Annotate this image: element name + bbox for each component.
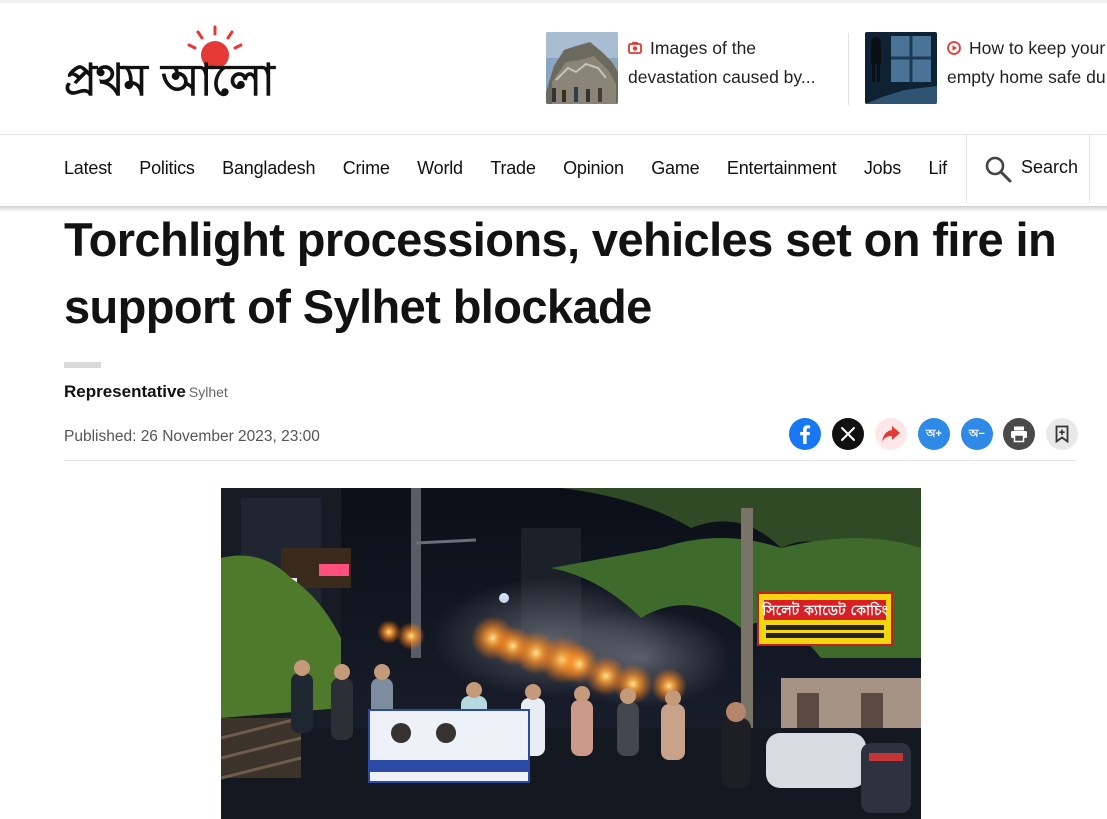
nav-item-bangladesh[interactable]: Bangladesh — [222, 135, 315, 201]
facebook-share-button[interactable] — [789, 418, 821, 450]
search-icon — [985, 156, 1012, 183]
promo-story-1[interactable]: Images of the devastation caused by... — [546, 32, 841, 106]
nav-item-lifestyle[interactable]: Lif — [929, 135, 948, 201]
promo-thumbnail[interactable] — [865, 32, 937, 104]
search-label: Search — [1021, 157, 1079, 177]
nav-item-trade[interactable]: Trade — [490, 135, 536, 201]
promo-text[interactable]: Images of the devastation caused by... — [628, 34, 815, 92]
article-hero-image[interactable]: সিলেট ক্যাডেট কোচিং — [221, 488, 921, 819]
banner-text: সিলেট ক্যাডেট কোচিং — [761, 601, 887, 619]
facebook-icon — [800, 425, 811, 444]
site-header: প্রথম আলো Images of the devastation caus… — [0, 3, 1107, 135]
video-icon — [628, 42, 642, 54]
promo-thumbnail[interactable] — [546, 32, 618, 104]
author-location: Sylhet — [188, 384, 228, 400]
promo-title-line-1: How to keep your — [969, 38, 1106, 58]
site-logo[interactable]: প্রথম আলো — [64, 25, 374, 107]
nav-items: Latest Politics Bangladesh Crime World T… — [64, 135, 966, 207]
nav-item-opinion[interactable]: Opinion — [563, 135, 624, 201]
nav-item-jobs[interactable]: Jobs — [864, 135, 901, 201]
logo-wordmark: প্রথম আলো — [64, 55, 275, 106]
font-decrease-icon: অ− — [969, 427, 985, 440]
x-icon — [841, 427, 855, 441]
promo-story-2[interactable]: How to keep your empty home safe du — [865, 32, 1107, 106]
promo-title-line-2: empty home safe du — [947, 67, 1106, 87]
nav-item-world[interactable]: World — [417, 135, 463, 201]
font-increase-button[interactable]: অ+ — [918, 418, 950, 450]
print-button[interactable] — [1003, 418, 1035, 450]
author-divider — [64, 362, 101, 368]
byline: Representative Sylhet — [64, 382, 228, 402]
font-increase-icon: অ+ — [926, 427, 942, 440]
nav-item-entertainment[interactable]: Entertainment — [727, 135, 837, 201]
nav-item-crime[interactable]: Crime — [343, 135, 390, 201]
nav-item-politics[interactable]: Politics — [139, 135, 195, 201]
print-icon — [1011, 426, 1027, 443]
article-headline: Torchlight processions, vehicles set on … — [64, 213, 1057, 333]
published-date: Published: 26 November 2023, 23:00 — [64, 428, 320, 445]
promo-divider — [848, 33, 849, 105]
play-icon — [947, 41, 961, 55]
nav-item-game[interactable]: Game — [651, 135, 699, 201]
x-share-button[interactable] — [832, 418, 864, 450]
bookmark-button[interactable] — [1046, 418, 1078, 450]
font-decrease-button[interactable]: অ− — [961, 418, 993, 450]
bookmark-icon — [1055, 425, 1069, 443]
forward-share-button[interactable] — [875, 418, 907, 450]
promo-title-line-2: devastation caused by... — [628, 67, 816, 87]
search-button[interactable]: Search — [966, 135, 1090, 203]
torchlight-procession-image: সিলেট ক্যাডেট কোচিং — [221, 488, 921, 819]
promo-text[interactable]: How to keep your empty home safe du — [947, 34, 1106, 92]
nav-item-latest[interactable]: Latest — [64, 135, 112, 201]
meta-divider — [64, 460, 1077, 461]
share-arrow-icon — [882, 426, 900, 442]
author-name[interactable]: Representative — [64, 382, 186, 401]
promo-title-line-1: Images of the — [650, 38, 757, 58]
main-nav: Latest Politics Bangladesh Crime World T… — [0, 135, 1107, 207]
